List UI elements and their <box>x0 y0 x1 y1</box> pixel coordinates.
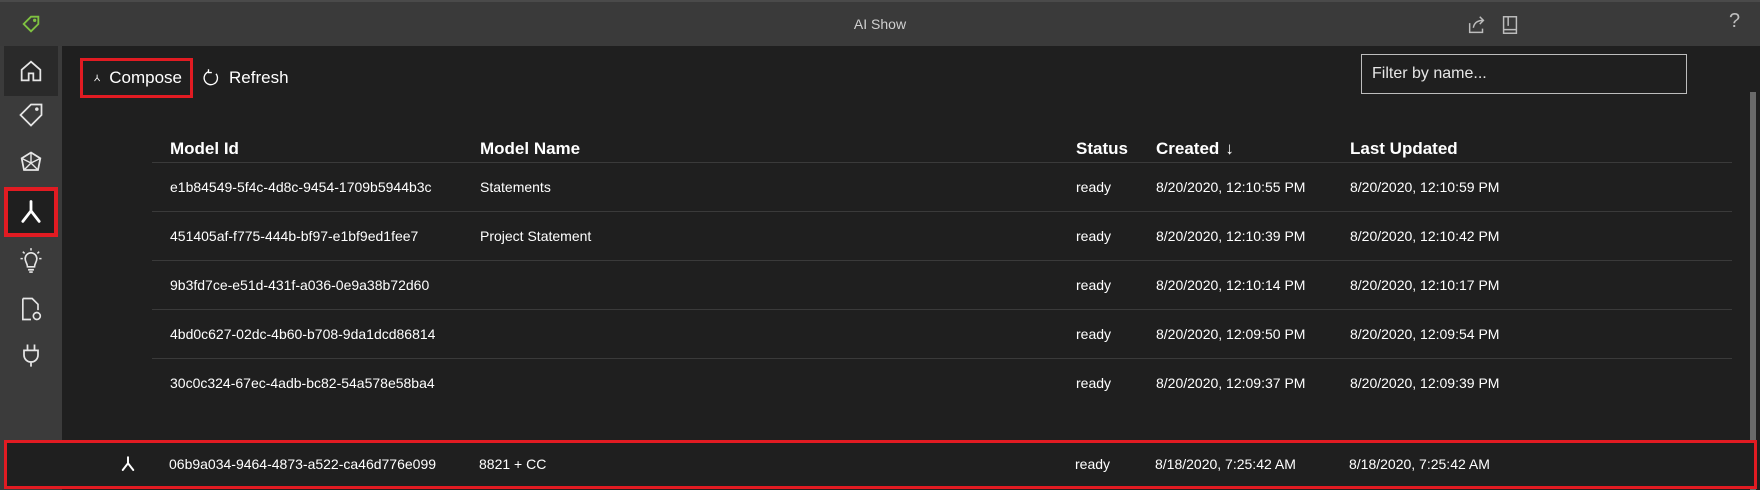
compose-icon <box>21 200 41 223</box>
nav-analyze[interactable] <box>4 236 58 286</box>
cell-model-id: 9b3fd7ce-e51d-431f-a036-0e9a38b72d60 <box>170 277 430 293</box>
share-icon[interactable] <box>1466 14 1488 36</box>
compose-button[interactable]: Compose <box>80 58 193 98</box>
cell-created: 8/20/2020, 12:10:14 PM <box>1156 277 1306 293</box>
book-icon[interactable] <box>1499 14 1521 36</box>
plug-icon <box>23 344 39 367</box>
main-content: Compose Refresh Model Id Model Name Stat… <box>62 46 1760 490</box>
filter-input[interactable] <box>1361 54 1687 94</box>
table-row[interactable]: e1b84549-5f4c-4d8c-9454-1709b5944b3c Sta… <box>152 162 1732 211</box>
cell-model-id: 30c0c324-67ec-4adb-bc82-54a578e58ba4 <box>170 375 435 391</box>
cell-status: ready <box>1076 375 1112 391</box>
cell-model-name: 8821 + CC <box>479 456 547 472</box>
cell-status: ready <box>1076 228 1112 244</box>
nav-document-settings[interactable] <box>4 284 58 334</box>
nav-home[interactable] <box>4 46 58 96</box>
cell-created: 8/20/2020, 12:10:39 PM <box>1156 228 1306 244</box>
cell-last-updated: 8/20/2020, 12:10:42 PM <box>1350 228 1500 244</box>
composed-model-icon <box>121 456 135 471</box>
model-icon <box>20 151 42 171</box>
cell-created: 8/20/2020, 12:09:50 PM <box>1156 326 1306 342</box>
compose-label: Compose <box>109 68 182 87</box>
refresh-icon <box>203 69 219 86</box>
cell-last-updated: 8/18/2020, 7:25:42 AM <box>1349 456 1490 472</box>
cell-model-id: 06b9a034-9464-4873-a522-ca46d776e099 <box>169 456 437 472</box>
cell-model-name: Project Statement <box>480 228 592 244</box>
nav-compose[interactable] <box>4 187 58 237</box>
cell-created: 8/18/2020, 7:25:42 AM <box>1155 456 1296 472</box>
table-row[interactable]: 9b3fd7ce-e51d-431f-a036-0e9a38b72d60 rea… <box>152 260 1732 309</box>
cell-status: ready <box>1076 277 1112 293</box>
window-title: AI Show <box>853 16 907 32</box>
cell-model-name: Statements <box>480 179 551 195</box>
cell-status: ready <box>1076 326 1112 342</box>
title-bar: AI Show ? <box>0 0 1760 46</box>
vertical-scrollbar[interactable] <box>1750 92 1756 490</box>
document-settings-icon <box>22 297 42 321</box>
home-icon <box>20 60 42 82</box>
help-icon[interactable]: ? <box>1729 10 1740 33</box>
selected-table-row[interactable]: 06b9a034-9464-4873-a522-ca46d776e099 882… <box>4 440 1757 489</box>
cell-last-updated: 8/20/2020, 12:09:54 PM <box>1350 326 1500 342</box>
cell-model-id: e1b84549-5f4c-4d8c-9454-1709b5944b3c <box>170 179 432 195</box>
cell-last-updated: 8/20/2020, 12:10:59 PM <box>1350 179 1500 195</box>
cell-model-id: 451405af-f775-444b-bf97-e1bf9ed1fee7 <box>170 228 419 244</box>
lightbulb-icon <box>20 248 42 273</box>
table-row[interactable]: 4bd0c627-02dc-4b60-b708-9da1dcd86814 rea… <box>152 309 1732 358</box>
cell-last-updated: 8/20/2020, 12:10:17 PM <box>1350 277 1500 293</box>
left-nav <box>0 46 62 490</box>
nav-tags[interactable] <box>4 90 58 140</box>
cell-model-id: 4bd0c627-02dc-4b60-b708-9da1dcd86814 <box>170 326 436 342</box>
cell-created: 8/20/2020, 12:09:37 PM <box>1156 375 1306 391</box>
refresh-button[interactable]: Refresh <box>201 58 289 98</box>
refresh-label: Refresh <box>229 68 289 87</box>
nav-connections[interactable] <box>4 330 58 380</box>
cell-last-updated: 8/20/2020, 12:09:39 PM <box>1350 375 1500 391</box>
table-row[interactable]: 30c0c324-67ec-4adb-bc82-54a578e58ba4 rea… <box>152 358 1732 407</box>
table-row[interactable]: 451405af-f775-444b-bf97-e1bf9ed1fee7 Pro… <box>152 211 1732 260</box>
nav-train[interactable] <box>4 138 58 188</box>
cell-created: 8/20/2020, 12:10:55 PM <box>1156 179 1306 195</box>
cell-status: ready <box>1075 456 1111 472</box>
sort-descending-icon: ↓ <box>1225 139 1234 158</box>
compose-icon <box>94 74 100 82</box>
app-window: AI Show ? Compose Refresh Filter by name… <box>0 0 1760 490</box>
header-created-label: Created <box>1156 139 1220 158</box>
cell-status: ready <box>1076 179 1112 195</box>
tag-icon <box>19 103 43 127</box>
